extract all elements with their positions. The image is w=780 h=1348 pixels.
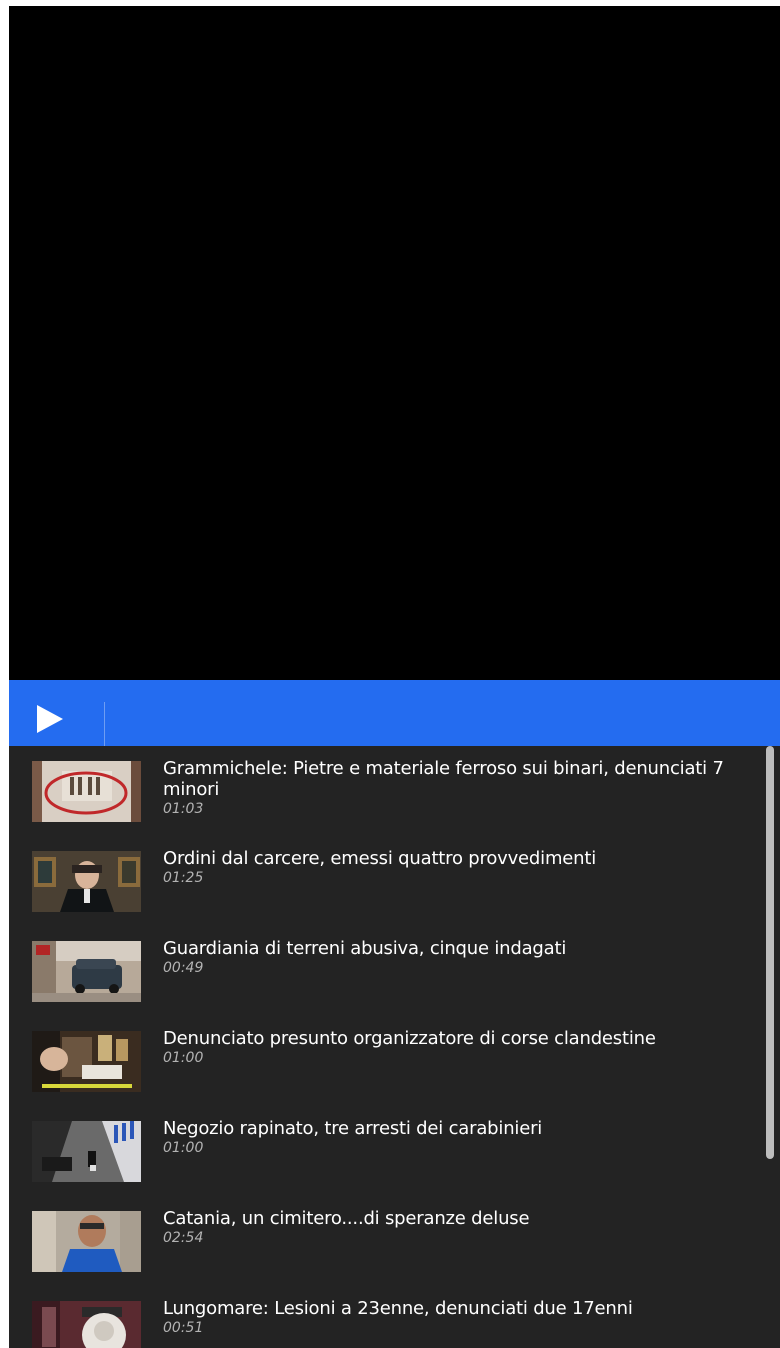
video-thumbnail bbox=[32, 761, 141, 822]
play-button[interactable] bbox=[35, 703, 75, 743]
playlist-item[interactable]: Catania, un cimitero....di speranze delu… bbox=[9, 1196, 759, 1286]
playlist-item[interactable]: Lungomare: Lesioni a 23enne, denunciati … bbox=[9, 1286, 759, 1348]
video-thumbnail bbox=[32, 1031, 141, 1092]
playlist-item[interactable]: Ordini dal carcere, emessi quattro provv… bbox=[9, 836, 759, 926]
video-playlist: Grammichele: Pietre e materiale ferroso … bbox=[9, 746, 780, 1348]
item-duration: 01:00 bbox=[163, 1050, 204, 1066]
player-control-bar bbox=[9, 680, 780, 757]
item-title: Guardiania di terreni abusiva, cinque in… bbox=[163, 938, 567, 959]
video-thumbnail bbox=[32, 1301, 141, 1348]
item-title: Lungomare: Lesioni a 23enne, denunciati … bbox=[163, 1298, 633, 1319]
video-thumbnail bbox=[32, 941, 141, 1002]
item-title: Negozio rapinato, tre arresti dei carabi… bbox=[163, 1118, 543, 1139]
playlist-item[interactable]: Denunciato presunto organizzatore di cor… bbox=[9, 1016, 759, 1106]
item-title: Grammichele: Pietre e materiale ferroso … bbox=[163, 758, 724, 800]
item-duration: 01:03 bbox=[163, 801, 204, 817]
video-player: Grammichele: Pietre e materiale ferroso … bbox=[9, 6, 780, 1348]
playlist-item[interactable]: Negozio rapinato, tre arresti dei carabi… bbox=[9, 1106, 759, 1196]
video-thumbnail bbox=[32, 851, 141, 912]
playlist-scrollbar[interactable] bbox=[765, 746, 777, 1348]
item-duration: 00:51 bbox=[163, 1320, 204, 1336]
item-duration: 01:00 bbox=[163, 1140, 204, 1156]
video-screen[interactable] bbox=[9, 6, 780, 680]
item-duration: 00:49 bbox=[163, 960, 204, 976]
item-title: Catania, un cimitero....di speranze delu… bbox=[163, 1208, 530, 1229]
play-icon bbox=[37, 705, 63, 733]
playlist-item[interactable]: Guardiania di terreni abusiva, cinque in… bbox=[9, 926, 759, 1016]
item-title: Ordini dal carcere, emessi quattro provv… bbox=[163, 848, 597, 869]
item-duration: 01:25 bbox=[163, 870, 204, 886]
playlist-item[interactable]: Grammichele: Pietre e materiale ferroso … bbox=[9, 746, 759, 836]
video-thumbnail bbox=[32, 1211, 141, 1272]
video-thumbnail bbox=[32, 1121, 141, 1182]
item-title: Denunciato presunto organizzatore di cor… bbox=[163, 1028, 656, 1049]
item-duration: 02:54 bbox=[163, 1230, 204, 1246]
scrollbar-thumb[interactable] bbox=[766, 746, 774, 1159]
